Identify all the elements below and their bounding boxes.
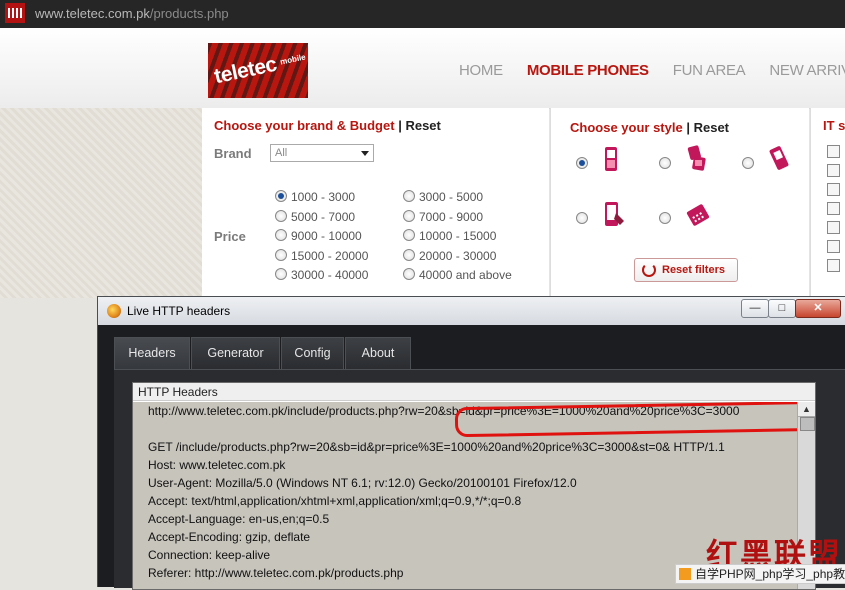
- teletec-logo[interactable]: teletec mobile: [208, 43, 308, 98]
- url-text[interactable]: www.teletec.com.pk/products.php: [35, 6, 229, 21]
- site-header: teletec mobile HOME MOBILE PHONES FUN AREA…: [0, 28, 845, 109]
- price-option[interactable]: 15000 - 20000: [275, 249, 368, 263]
- window-titlebar[interactable]: Live HTTP headers — □ ✕: [98, 297, 845, 325]
- http-headers-text[interactable]: http://www.teletec.com.pk/include/produc…: [133, 402, 797, 589]
- price-option[interactable]: 20000 - 30000: [403, 249, 496, 263]
- header-line: GET /include/products.php?rw=20&sb=id&pr…: [148, 440, 725, 454]
- price-option[interactable]: 3000 - 5000: [403, 190, 483, 204]
- close-button[interactable]: ✕: [795, 299, 841, 318]
- checkbox[interactable]: [827, 164, 840, 177]
- nav-new-arrivals[interactable]: NEW ARRIV: [769, 62, 845, 79]
- brand-panel-title: Choose your brand & Budget | Reset: [214, 118, 441, 133]
- refresh-icon: [642, 263, 656, 277]
- nav-fun-area[interactable]: FUN AREA: [673, 62, 746, 79]
- it-panel: IT st: [810, 108, 845, 298]
- style-radio[interactable]: [659, 157, 671, 169]
- header-line: Accept-Language: en-us,en;q=0.5: [148, 512, 330, 526]
- radio-icon[interactable]: [403, 268, 415, 280]
- main-nav: HOME MOBILE PHONES FUN AREA NEW ARRIV: [459, 62, 845, 79]
- nav-mobile-phones[interactable]: MOBILE PHONES: [527, 62, 649, 79]
- http-headers-title: HTTP Headers: [133, 383, 815, 401]
- address-bar[interactable]: www.teletec.com.pk/products.php: [0, 0, 845, 28]
- header-line: Referer: http://www.teletec.com.pk/produ…: [148, 566, 404, 580]
- slider-phone-icon[interactable]: [768, 145, 792, 171]
- page-background: [0, 108, 202, 298]
- price-option[interactable]: 1000 - 3000: [275, 190, 355, 204]
- nav-home[interactable]: HOME: [459, 62, 503, 79]
- price-option[interactable]: 7000 - 9000: [403, 210, 483, 224]
- minimize-button[interactable]: —: [741, 299, 769, 318]
- radio-icon[interactable]: [275, 268, 287, 280]
- checkbox[interactable]: [827, 221, 840, 234]
- checkbox[interactable]: [827, 145, 840, 158]
- radio-icon[interactable]: [275, 190, 287, 202]
- brand-label: Brand: [214, 146, 252, 161]
- window-title: Live HTTP headers: [127, 304, 231, 318]
- site-favicon-icon: [5, 3, 25, 23]
- p-logo-icon: [679, 568, 691, 580]
- dropdown-arrow-icon: [361, 151, 369, 156]
- radio-icon[interactable]: [403, 190, 415, 202]
- touch-phone-icon[interactable]: [602, 201, 626, 227]
- checkbox[interactable]: [827, 240, 840, 253]
- price-option[interactable]: 40000 and above: [403, 268, 512, 282]
- header-line: User-Agent: Mozilla/5.0 (Windows NT 6.1;…: [148, 476, 577, 490]
- tab-config[interactable]: Config: [281, 337, 344, 369]
- scroll-up-icon[interactable]: ▲: [798, 402, 815, 417]
- header-line: Accept: text/html,application/xhtml+xml,…: [148, 494, 522, 508]
- brand-reset-link[interactable]: Reset: [405, 118, 440, 133]
- header-line: Connection: keep-alive: [148, 548, 271, 562]
- radio-icon[interactable]: [403, 229, 415, 241]
- price-option[interactable]: 10000 - 15000: [403, 229, 496, 243]
- tab-headers[interactable]: Headers: [114, 337, 190, 369]
- qwerty-phone-icon[interactable]: [685, 203, 711, 229]
- radio-icon[interactable]: [275, 210, 287, 222]
- price-option[interactable]: 30000 - 40000: [275, 268, 368, 282]
- style-panel-title: Choose your style | Reset: [570, 120, 730, 135]
- style-radio[interactable]: [742, 157, 754, 169]
- radio-icon[interactable]: [403, 210, 415, 222]
- style-radio[interactable]: [576, 212, 588, 224]
- checkbox[interactable]: [827, 259, 840, 272]
- style-panel: Choose your style | Reset Reset filters: [550, 108, 809, 298]
- price-option[interactable]: 9000 - 10000: [275, 229, 362, 243]
- brand-budget-panel: Choose your brand & Budget | Reset Brand…: [202, 108, 549, 298]
- firefox-addon-icon: [107, 304, 121, 318]
- price-option[interactable]: 5000 - 7000: [275, 210, 355, 224]
- header-line: Accept-Encoding: gzip, deflate: [148, 530, 311, 544]
- style-radio[interactable]: [659, 212, 671, 224]
- it-panel-title: IT st: [823, 118, 845, 133]
- flip-phone-icon[interactable]: [685, 145, 709, 171]
- radio-icon[interactable]: [275, 249, 287, 261]
- tab-generator[interactable]: Generator: [191, 337, 280, 369]
- radio-icon[interactable]: [403, 249, 415, 261]
- price-label: Price: [214, 229, 246, 244]
- watermark-bar: 自学PHP网_php学习_php教: [675, 564, 845, 584]
- style-radio[interactable]: [576, 157, 588, 169]
- tab-about[interactable]: About: [345, 337, 411, 369]
- maximize-button[interactable]: □: [768, 299, 796, 318]
- radio-icon[interactable]: [275, 229, 287, 241]
- scrollbar-thumb[interactable]: [800, 417, 815, 431]
- red-highlight-circle: [454, 402, 797, 438]
- style-reset-link[interactable]: Reset: [694, 120, 729, 135]
- bar-phone-icon[interactable]: [602, 146, 620, 172]
- header-line: Host: www.teletec.com.pk: [148, 458, 286, 472]
- reset-filters-button[interactable]: Reset filters: [634, 258, 738, 282]
- brand-select[interactable]: All: [270, 144, 374, 162]
- checkbox[interactable]: [827, 183, 840, 196]
- checkbox[interactable]: [827, 202, 840, 215]
